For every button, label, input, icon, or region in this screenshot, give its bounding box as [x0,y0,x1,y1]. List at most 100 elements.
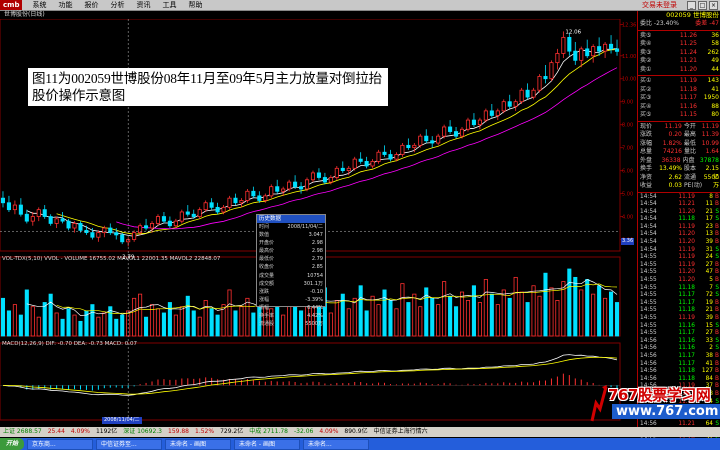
buy-order-row[interactable]: 买① 11.19 143 [638,77,720,86]
popup-row: 涨跌 -0.10 [257,288,325,296]
tick-volume: 19 [705,299,713,306]
maximize-icon[interactable]: □ [698,0,707,10]
taskbar-item[interactable]: 未命名... [303,438,370,450]
stat-value: 74216 [662,148,682,155]
start-button[interactable]: 开始 [0,438,25,450]
candle-body [287,181,292,190]
sell-order-row[interactable]: 卖④ 11.25 58 [638,40,720,49]
tick-time: 14:54 [640,246,657,253]
buy-order-row-level: 买① [640,77,652,84]
minimize-icon[interactable]: _ [687,0,696,10]
sell-order-row[interactable]: 卖③ 11.24 262 [638,49,720,58]
candle-body [227,197,232,208]
volume-bar [370,295,375,337]
volume-bar [603,297,608,337]
volume-bar [179,306,184,337]
candle-body [114,232,119,236]
quote-stat-row: 现价 11.19 今开 11.19 [638,123,720,132]
sell-order-row[interactable]: 卖⑤ 11.26 36 [638,32,720,41]
menu-item-news[interactable]: 资讯 [136,0,150,10]
menu-item-quote[interactable]: 报价 [84,0,98,10]
status-zc-index: 中成 2711.78 [249,428,288,435]
menu-item-tools[interactable]: 工具 [162,0,176,10]
tick-volume: 33 [705,337,713,344]
tick-side: S [715,284,719,291]
tick-price: 11.19 [678,246,695,253]
buy-order-row[interactable]: 买⑤ 11.15 80 [638,111,720,120]
volume-bar [328,312,333,337]
macd-indicator-label: MACD(12,26,9) DIF: -0.70 DEA: -0.73 MACD… [2,341,137,347]
volume-indicator-label: VOL-TDX(5,10) VVOL - VOLUME 16755.02 MAV… [2,256,221,262]
candle-body [0,197,6,204]
candle-body [233,197,238,204]
menu-item-help[interactable]: 帮助 [188,0,202,10]
candle-body [507,101,512,107]
tick-volume: 21 [705,307,713,314]
volume-bar [483,279,488,337]
candle-body [543,76,548,80]
tick-row: 14:55 11.18 7 S [638,285,720,293]
tick-row: 14:55 11.16 15 S [638,323,720,331]
tick-row: 14:55 11.20 5 B [638,277,720,285]
volume-bar [614,302,620,337]
tick-time: 14:56 [640,352,657,359]
sell-order-row[interactable]: 卖① 11.20 44 [638,66,720,75]
tick-row: 14:56 11.17 38 B [638,353,720,361]
tick-row: 14:55 11.19 27 B [638,262,720,270]
tick-row: 14:55 11.17 19 B [638,300,720,308]
close-icon[interactable]: × [709,0,718,10]
tick-price: 11.19 [678,315,695,321]
candle-body [108,227,113,234]
volume-bar [352,297,357,337]
popup-row-label: 数值 [259,232,270,239]
popup-row-label: 收盘价 [259,264,275,271]
volume-bar [102,312,107,337]
quote-stat-row: 收益 0.03 PE(动) - [638,182,720,191]
candle-body [549,62,554,80]
volume-bar [388,300,393,337]
tick-volume: 15 [705,322,713,329]
popup-title: 历史数据 [257,215,325,223]
price-tick-label: 7.00 [622,146,633,152]
volume-bar [591,293,596,337]
quote-panel: 002059 世博股份 委比 -23.40% 委差 -47 卖⑤ 11.26 36 卖④… [637,11,720,443]
tick-side: B [715,330,719,337]
taskbar-item[interactable]: 未命名 - 画图 [234,438,301,450]
menu-item-analysis[interactable]: 分析 [110,0,124,10]
candle-body [609,43,614,50]
volume-bar [507,297,512,337]
sell-order-row[interactable]: 卖② 11.21 49 [638,57,720,66]
stat-value: 5500万 [703,173,719,190]
candle-body [394,154,399,160]
volume-bar [144,316,149,337]
tick-time: 14:56 [640,345,657,352]
volume-bar [90,304,95,337]
taskbar-item[interactable]: 未命名 - 画图 [165,438,232,450]
candle-body [299,186,304,190]
sell-order-row-qty: 36 [711,31,719,39]
menu-item-function[interactable]: 功能 [58,0,72,10]
volume-bar [251,312,256,337]
taskbar-item[interactable]: 中信证券至... [96,438,163,450]
volume-bar [60,318,65,337]
candle-body [209,202,214,208]
site-watermark: 767股票学习网 www.767.com [590,381,720,437]
trade-login-link[interactable]: 交易未登录 [642,0,677,10]
buy-order-row[interactable]: 买③ 11.17 1950 [638,94,720,103]
buy-order-row-level: 买② [640,85,652,93]
tick-volume: 2 [709,345,713,352]
buy-order-row[interactable]: 买② 11.18 41 [638,86,720,95]
volume-bar [18,314,23,337]
volume-bar [477,302,482,337]
volume-bar [132,297,137,337]
candle-body [525,89,530,98]
menu-item-system[interactable]: 系统 [32,0,46,10]
popup-row-value: 3.047 [308,232,323,239]
candle-body [471,119,476,126]
taskbar-item[interactable]: 京东商... [27,438,94,450]
popup-row-label: 最高价 [259,248,275,255]
price-tick-label: 9.00 [622,100,633,106]
candle-body [459,128,465,137]
buy-order-row[interactable]: 买④ 11.16 88 [638,103,720,112]
stat-label: 流通 [684,173,697,181]
